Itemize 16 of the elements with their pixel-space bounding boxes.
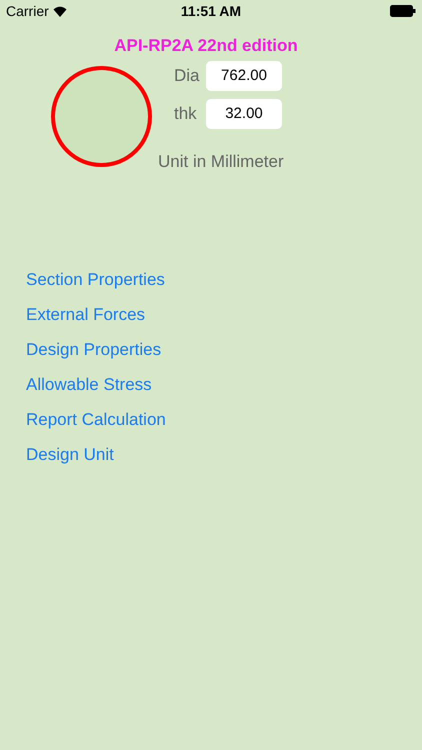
menu-link[interactable]: Section Properties (26, 268, 165, 291)
menu-link[interactable]: Allowable Stress (26, 373, 152, 396)
input-field[interactable]: 762.00 (206, 60, 282, 90)
input-field[interactable]: 32.00 (206, 98, 282, 128)
unit-note: Unit in Millimeter (158, 150, 284, 172)
menu-link[interactable]: Design Properties (26, 338, 162, 361)
menu-link[interactable]: Design Unit (26, 443, 114, 466)
wifi-icon (52, 6, 67, 16)
menu-link[interactable]: External Forces (26, 303, 146, 326)
carrier-name: Carrier (6, 2, 49, 20)
battery-icon (390, 5, 416, 17)
field-label: Dia (174, 64, 201, 87)
field-label: thk (174, 102, 198, 125)
status-time: 11:51 AM (180, 2, 242, 20)
app-title: API-RP2A 22nd edition (114, 35, 298, 57)
menu-link[interactable]: Report Calculation (26, 408, 166, 431)
